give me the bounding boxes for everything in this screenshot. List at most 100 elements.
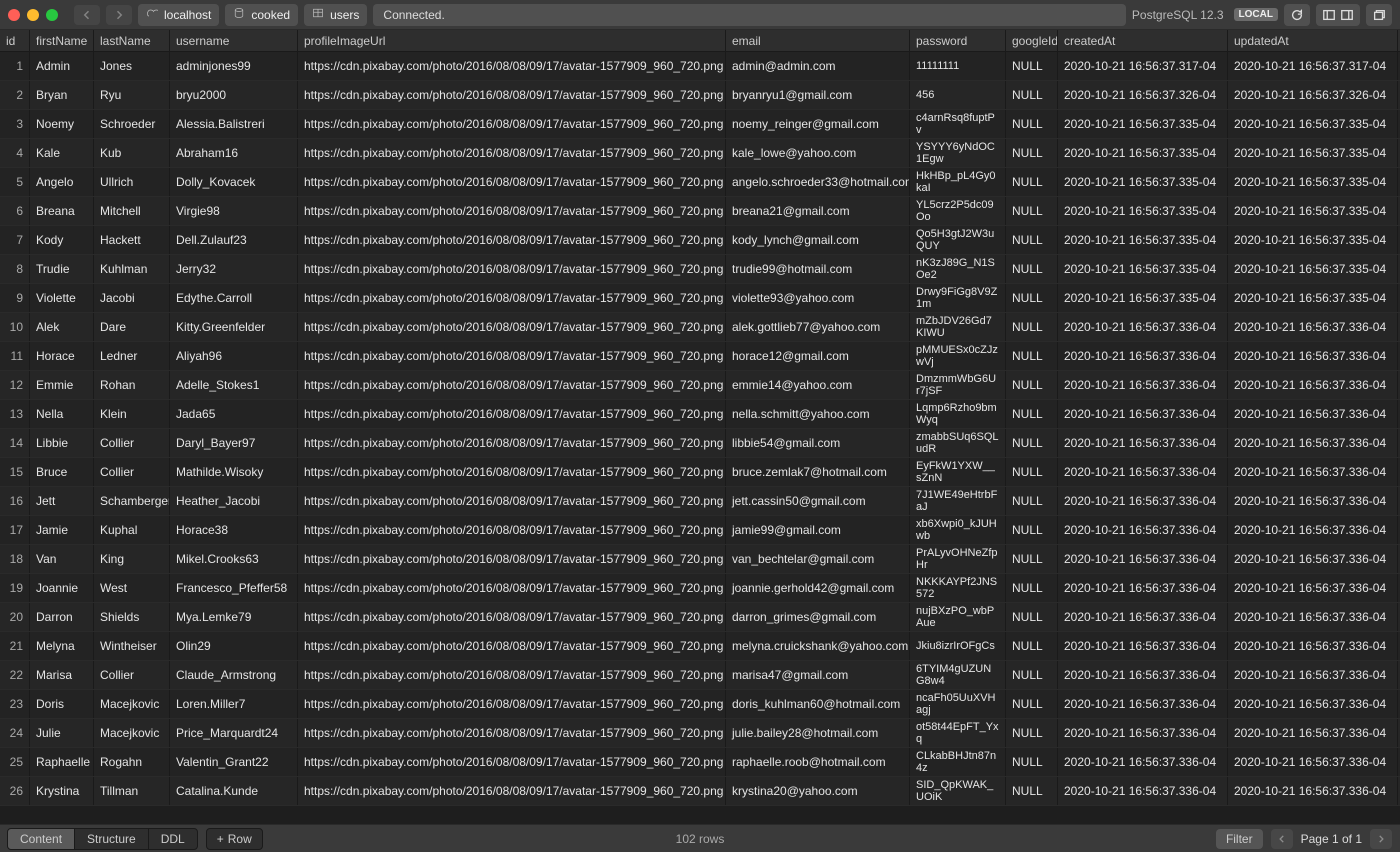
table-row[interactable]: 21MelynaWintheiserOlin29https://cdn.pixa… <box>0 632 1400 661</box>
cell-profileimageurl[interactable]: https://cdn.pixabay.com/photo/2016/08/08… <box>298 545 726 573</box>
cell-username[interactable]: bryu2000 <box>170 81 298 109</box>
cell-id[interactable]: 20 <box>0 603 30 631</box>
close-window-button[interactable] <box>8 9 20 21</box>
cell-googleid[interactable]: NULL <box>1006 110 1058 138</box>
cell-profileimageurl[interactable]: https://cdn.pixabay.com/photo/2016/08/08… <box>298 429 726 457</box>
cell-createdat[interactable]: 2020-10-21 16:56:37.336-04 <box>1058 661 1228 689</box>
cell-googleid[interactable]: NULL <box>1006 81 1058 109</box>
cell-googleid[interactable]: NULL <box>1006 342 1058 370</box>
table-row[interactable]: 18VanKingMikel.Crooks63https://cdn.pixab… <box>0 545 1400 574</box>
cell-lastname[interactable]: Rogahn <box>94 748 170 776</box>
cell-password[interactable]: CLkabBHJtn87n4z <box>910 748 1006 776</box>
cell-createdat[interactable]: 2020-10-21 16:56:37.335-04 <box>1058 168 1228 196</box>
cell-profileimageurl[interactable]: https://cdn.pixabay.com/photo/2016/08/08… <box>298 487 726 515</box>
cell-username[interactable]: adminjones99 <box>170 52 298 80</box>
cell-googleid[interactable]: NULL <box>1006 458 1058 486</box>
cell-password[interactable]: 7J1WE49eHtrbFaJ <box>910 487 1006 515</box>
cell-googleid[interactable]: NULL <box>1006 574 1058 602</box>
cell-createdat[interactable]: 2020-10-21 16:56:37.336-04 <box>1058 516 1228 544</box>
cell-googleid[interactable]: NULL <box>1006 719 1058 747</box>
cell-password[interactable]: EyFkW1YXW__sZnN <box>910 458 1006 486</box>
cell-id[interactable]: 16 <box>0 487 30 515</box>
cell-firstname[interactable]: Angelo <box>30 168 94 196</box>
cell-username[interactable]: Kitty.Greenfelder <box>170 313 298 341</box>
new-window-button[interactable] <box>1366 4 1392 26</box>
cell-lastname[interactable]: Macejkovic <box>94 690 170 718</box>
cell-googleid[interactable]: NULL <box>1006 52 1058 80</box>
cell-firstname[interactable]: Bruce <box>30 458 94 486</box>
table-row[interactable]: 17JamieKuphalHorace38https://cdn.pixabay… <box>0 516 1400 545</box>
cell-firstname[interactable]: Julie <box>30 719 94 747</box>
cell-profileimageurl[interactable]: https://cdn.pixabay.com/photo/2016/08/08… <box>298 400 726 428</box>
cell-updatedat[interactable]: 2020-10-21 16:56:37.335-04 <box>1228 197 1398 225</box>
cell-lastname[interactable]: Rohan <box>94 371 170 399</box>
cell-id[interactable]: 1 <box>0 52 30 80</box>
cell-googleid[interactable]: NULL <box>1006 284 1058 312</box>
cell-updatedat[interactable]: 2020-10-21 16:56:37.335-04 <box>1228 255 1398 283</box>
cell-createdat[interactable]: 2020-10-21 16:56:37.317-04 <box>1058 52 1228 80</box>
cell-lastname[interactable]: Shields <box>94 603 170 631</box>
cell-profileimageurl[interactable]: https://cdn.pixabay.com/photo/2016/08/08… <box>298 371 726 399</box>
cell-updatedat[interactable]: 2020-10-21 16:56:37.335-04 <box>1228 110 1398 138</box>
cell-profileimageurl[interactable]: https://cdn.pixabay.com/photo/2016/08/08… <box>298 226 726 254</box>
cell-lastname[interactable]: Kub <box>94 139 170 167</box>
cell-firstname[interactable]: Emmie <box>30 371 94 399</box>
cell-profileimageurl[interactable]: https://cdn.pixabay.com/photo/2016/08/08… <box>298 342 726 370</box>
header-lastname[interactable]: lastName <box>94 30 170 51</box>
cell-googleid[interactable]: NULL <box>1006 139 1058 167</box>
cell-profileimageurl[interactable]: https://cdn.pixabay.com/photo/2016/08/08… <box>298 197 726 225</box>
cell-username[interactable]: Virgie98 <box>170 197 298 225</box>
cell-email[interactable]: julie.bailey28@hotmail.com <box>726 719 910 747</box>
cell-firstname[interactable]: Krystina <box>30 777 94 805</box>
cell-updatedat[interactable]: 2020-10-21 16:56:37.336-04 <box>1228 313 1398 341</box>
cell-password[interactable]: SID_QpKWAK_UOiK <box>910 777 1006 805</box>
cell-username[interactable]: Loren.Miller7 <box>170 690 298 718</box>
cell-id[interactable]: 2 <box>0 81 30 109</box>
cell-updatedat[interactable]: 2020-10-21 16:56:37.336-04 <box>1228 690 1398 718</box>
cell-id[interactable]: 26 <box>0 777 30 805</box>
cell-updatedat[interactable]: 2020-10-21 16:56:37.335-04 <box>1228 284 1398 312</box>
cell-password[interactable]: mZbJDV26Gd7KIWU <box>910 313 1006 341</box>
cell-lastname[interactable]: Kuhlman <box>94 255 170 283</box>
cell-createdat[interactable]: 2020-10-21 16:56:37.335-04 <box>1058 284 1228 312</box>
cell-id[interactable]: 18 <box>0 545 30 573</box>
cell-username[interactable]: Mya.Lemke79 <box>170 603 298 631</box>
next-page-button[interactable] <box>1370 829 1392 849</box>
cell-updatedat[interactable]: 2020-10-21 16:56:37.335-04 <box>1228 168 1398 196</box>
cell-username[interactable]: Aliyah96 <box>170 342 298 370</box>
cell-createdat[interactable]: 2020-10-21 16:56:37.335-04 <box>1058 110 1228 138</box>
cell-email[interactable]: breana21@gmail.com <box>726 197 910 225</box>
cell-firstname[interactable]: Trudie <box>30 255 94 283</box>
cell-lastname[interactable]: King <box>94 545 170 573</box>
cell-id[interactable]: 15 <box>0 458 30 486</box>
cell-email[interactable]: kody_lynch@gmail.com <box>726 226 910 254</box>
cell-googleid[interactable]: NULL <box>1006 516 1058 544</box>
cell-profileimageurl[interactable]: https://cdn.pixabay.com/photo/2016/08/08… <box>298 516 726 544</box>
table-crumb[interactable]: users <box>304 4 367 26</box>
cell-googleid[interactable]: NULL <box>1006 603 1058 631</box>
cell-lastname[interactable]: Ledner <box>94 342 170 370</box>
cell-username[interactable]: Edythe.Carroll <box>170 284 298 312</box>
cell-password[interactable]: nujBXzPO_wbPAue <box>910 603 1006 631</box>
table-row[interactable]: 20DarronShieldsMya.Lemke79https://cdn.pi… <box>0 603 1400 632</box>
cell-username[interactable]: Mikel.Crooks63 <box>170 545 298 573</box>
table-row[interactable]: 25RaphaelleRogahnValentin_Grant22https:/… <box>0 748 1400 777</box>
cell-password[interactable]: nK3zJ89G_N1SOe2 <box>910 255 1006 283</box>
cell-email[interactable]: nella.schmitt@yahoo.com <box>726 400 910 428</box>
cell-firstname[interactable]: Jett <box>30 487 94 515</box>
cell-email[interactable]: violette93@yahoo.com <box>726 284 910 312</box>
cell-password[interactable]: c4arnRsq8fuptPv <box>910 110 1006 138</box>
cell-username[interactable]: Francesco_Pfeffer58 <box>170 574 298 602</box>
cell-password[interactable]: ncaFh05UuXVHagj <box>910 690 1006 718</box>
cell-lastname[interactable]: Schamberger <box>94 487 170 515</box>
cell-firstname[interactable]: Kody <box>30 226 94 254</box>
cell-email[interactable]: bryanryu1@gmail.com <box>726 81 910 109</box>
cell-id[interactable]: 25 <box>0 748 30 776</box>
cell-id[interactable]: 9 <box>0 284 30 312</box>
cell-firstname[interactable]: Admin <box>30 52 94 80</box>
cell-createdat[interactable]: 2020-10-21 16:56:37.335-04 <box>1058 197 1228 225</box>
cell-googleid[interactable]: NULL <box>1006 197 1058 225</box>
cell-profileimageurl[interactable]: https://cdn.pixabay.com/photo/2016/08/08… <box>298 81 726 109</box>
table-row[interactable]: 13NellaKleinJada65https://cdn.pixabay.co… <box>0 400 1400 429</box>
cell-firstname[interactable]: Noemy <box>30 110 94 138</box>
